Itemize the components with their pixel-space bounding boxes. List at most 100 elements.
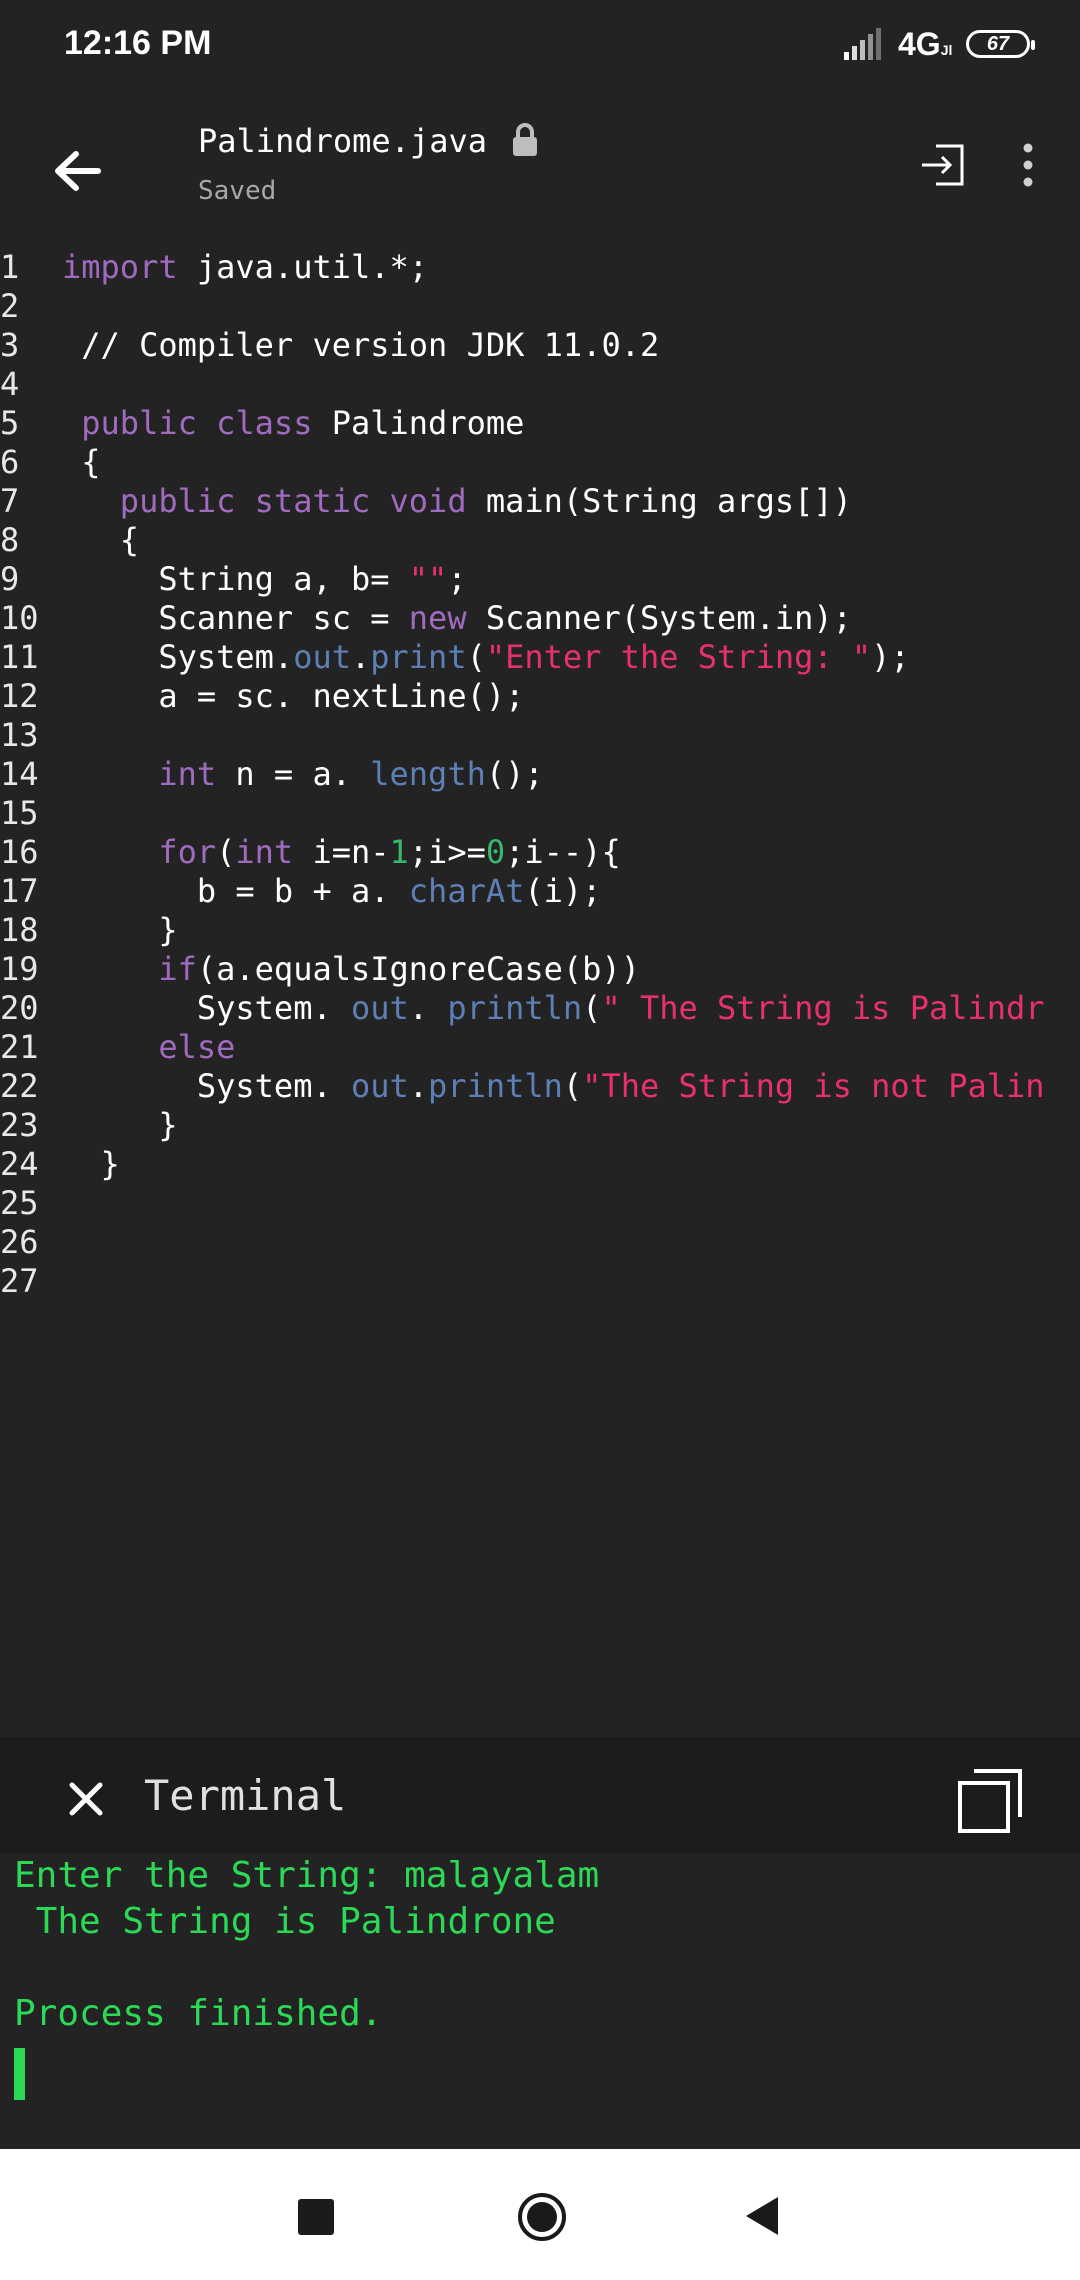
code-token: (a.equalsIgnoreCase(b)): [196, 950, 640, 988]
line-number: 16: [0, 833, 39, 871]
code-line: b = b + a. charAt(i);: [62, 872, 1045, 911]
line-number-gutter: 1 2 3 4 5 6 7 8 9 10 11 12 13 14 15 16 17 18 19 20 21 22 23 24 2…: [0, 248, 60, 1301]
code-token: System.: [62, 989, 351, 1027]
code-token: " The String is Palindr: [601, 989, 1045, 1027]
line-number: 19: [0, 950, 39, 988]
code-line: public static void main(String args[]): [62, 482, 1045, 521]
code-token: }: [62, 1106, 178, 1144]
terminal-line: Process finished.: [14, 1993, 383, 2034]
code-line: ​: [62, 1262, 1045, 1301]
code-token: .: [408, 1067, 429, 1105]
code-token: System.: [62, 638, 294, 676]
code-line: for(int i=n-1;i>=0;i--){: [62, 833, 1045, 872]
line-number: 8: [0, 521, 20, 559]
terminal-cursor: [14, 2048, 25, 2100]
save-status: Saved: [198, 176, 277, 206]
code-token: 1: [389, 833, 409, 871]
line-number: 9: [0, 560, 20, 598]
close-icon[interactable]: [64, 1777, 108, 1821]
line-number: 11: [0, 638, 39, 676]
code-token: out: [350, 1067, 409, 1105]
code-line: ​: [62, 794, 1045, 833]
code-token: out: [350, 989, 409, 1027]
line-number: 4: [0, 365, 20, 403]
code-line: a = sc. nextLine();: [62, 677, 1045, 716]
home-circle-icon[interactable]: [516, 2191, 568, 2243]
code-line: if(a.equalsIgnoreCase(b)): [62, 950, 1045, 989]
code-token: int: [158, 755, 217, 793]
code-token: else: [158, 1028, 236, 1066]
code-token: println: [428, 1067, 563, 1105]
code-token: print: [370, 638, 467, 676]
code-line: System. out.println("The String is not P…: [62, 1067, 1045, 1106]
clock: 12:16 PM: [64, 24, 212, 62]
code-token: Scanner sc =: [62, 599, 409, 637]
code-token: // Compiler version JDK 11.0.2: [62, 326, 660, 364]
code-token: (i);: [524, 872, 602, 910]
code-line: ​: [62, 1223, 1045, 1262]
code-token: {: [62, 521, 140, 559]
line-number: 18: [0, 911, 39, 949]
code-token: import: [62, 248, 178, 286]
system-nav-bar: [0, 2149, 1080, 2280]
status-bar: 12:16 PM 4GJl 67: [0, 0, 1080, 92]
code-token: java.util.*;: [177, 248, 429, 286]
recents-square-icon[interactable]: [298, 2199, 334, 2235]
line-number: 6: [0, 443, 20, 481]
code-token: (: [466, 638, 486, 676]
code-token: (: [582, 989, 602, 1027]
code-line: System. out. println(" The String is Pal…: [62, 989, 1045, 1028]
code-token: System.: [62, 1067, 351, 1105]
code-token: "Enter the String: ": [485, 638, 872, 676]
copy-icon[interactable]: [956, 1765, 1026, 1835]
code-token: (: [216, 833, 236, 871]
code-editor[interactable]: 1 2 3 4 5 6 7 8 9 10 11 12 13 14 15 16 17 18 19 20 21 22 23 24 2…: [0, 242, 1080, 1737]
back-triangle-icon[interactable]: [744, 2195, 780, 2237]
back-arrow-icon[interactable]: [44, 136, 114, 206]
code-line: System.out.print("Enter the String: ");: [62, 638, 1045, 677]
line-number: 1: [0, 248, 20, 286]
code-token: public static void: [119, 482, 467, 520]
code-token: ;: [447, 560, 467, 598]
code-line: String a, b= "";: [62, 560, 1045, 599]
line-number: 2: [0, 287, 20, 325]
more-vert-icon[interactable]: [1010, 140, 1046, 190]
code-token: "The String is not Palin: [582, 1067, 1045, 1105]
line-number: 20: [0, 989, 39, 1027]
code-area[interactable]: import java.util.*;​ // Compiler version…: [62, 248, 1045, 1301]
line-number: 26: [0, 1223, 39, 1261]
terminal-title: Terminal: [144, 1771, 347, 1820]
code-line: ​: [62, 1184, 1045, 1223]
code-line: }: [62, 911, 1045, 950]
code-token: out: [293, 638, 351, 676]
code-line: }: [62, 1106, 1045, 1145]
code-token: new: [408, 599, 467, 637]
line-number: 7: [0, 482, 20, 520]
code-line: ​: [62, 287, 1045, 326]
code-line: ​: [62, 716, 1045, 755]
code-line: Scanner sc = new Scanner(System.in);: [62, 599, 1045, 638]
terminal-line: The String is Palindrone: [14, 1901, 556, 1942]
code-token: if: [158, 950, 197, 988]
code-token: .: [408, 989, 448, 1027]
line-number: 10: [0, 599, 39, 637]
terminal-output[interactable]: Enter the String: malayalam The String i…: [0, 1853, 1080, 2149]
line-number: 24: [0, 1145, 39, 1183]
code-token: );: [871, 638, 910, 676]
line-number: 3: [0, 326, 20, 364]
signal-icon: [844, 28, 881, 60]
code-token: ();: [485, 755, 544, 793]
app-bar: Palindrome.java Saved: [0, 92, 1080, 242]
code-line: }: [62, 1145, 1045, 1184]
line-number: 17: [0, 872, 39, 910]
line-number: 27: [0, 1262, 39, 1300]
code-line: {: [62, 443, 1045, 482]
battery-icon: 67: [966, 30, 1035, 58]
run-icon[interactable]: [918, 140, 968, 190]
code-token: 0: [485, 833, 506, 871]
code-token: i=n-: [293, 833, 390, 871]
